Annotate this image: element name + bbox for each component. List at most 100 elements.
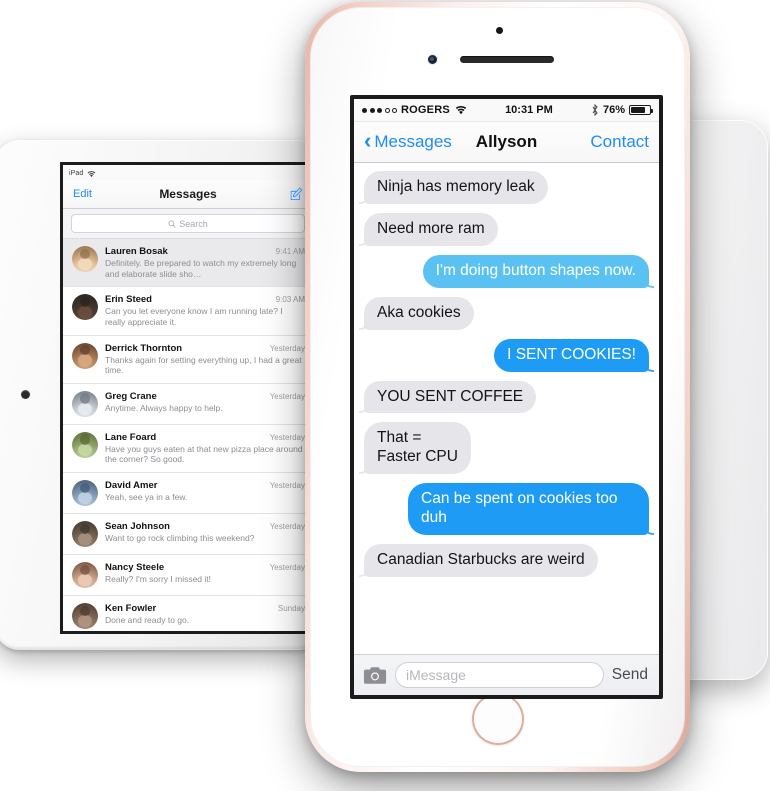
iphone-front-face: ROGERS 10:31 PM 76% ‹ Messages Allyson C… <box>310 7 685 767</box>
ipad-home-button[interactable] <box>21 390 30 399</box>
message-row: Canadian Starbucks are weird <box>364 544 649 577</box>
thread-preview: Done and ready to go. <box>105 615 190 625</box>
thread-preview: Have you guys eaten at that new pizza pl… <box>105 443 303 465</box>
thread-preview: Definitely. Be prepared to watch my extr… <box>105 258 297 279</box>
ipad-search-placeholder: Search <box>179 218 208 229</box>
battery-icon <box>629 105 653 115</box>
signal-dot <box>369 107 375 113</box>
message-row: Ninja has memory leak <box>364 171 649 204</box>
ipad-thread-row[interactable]: Greg Crane Yesterday Anytime. Always happy… <box>63 383 313 425</box>
ipad-thread-row[interactable]: Erin Steed 9:03 AM Can you let everyone kn… <box>63 287 313 336</box>
ipad-thread-row[interactable]: Lane Foard Yesterday Have you guys eaten a… <box>63 424 313 473</box>
thread-preview: Yeah, see ya in a few. <box>105 492 188 502</box>
message-bubble[interactable]: I SENT COOKIES! <box>494 338 649 372</box>
signal-dot <box>377 107 382 113</box>
ipad-navbar: Edit Messages <box>63 180 313 209</box>
thread-name: Lane Foard <box>105 431 157 443</box>
ipad-search-input[interactable]: Search <box>71 214 305 233</box>
iphone-home-button[interactable] <box>471 693 524 745</box>
wifi-icon <box>455 105 467 115</box>
iphone-navbar: ‹ Messages Allyson Contact <box>354 122 659 163</box>
thread-name: Erin Steed <box>105 294 152 306</box>
avatar-nancy <box>72 562 98 588</box>
send-button[interactable]: Send <box>612 666 650 684</box>
message-row: Aka cookies <box>364 296 649 330</box>
thread-name: Derrick Thornton <box>105 342 183 354</box>
iphone-status-bar: ROGERS 10:31 PM 76% <box>354 99 659 122</box>
thread-name: David Amer <box>105 480 158 491</box>
contact-button[interactable]: Contact <box>590 132 649 152</box>
signal-dot <box>362 107 367 113</box>
ipad-thread-row[interactable]: Lauren Bosak 9:41 AM Definitely. Be prepar… <box>63 239 313 288</box>
thread-timestamp: Sunday <box>277 604 305 613</box>
thread-timestamp: Yesterday <box>269 522 305 531</box>
message-row: That = Faster CPU <box>364 422 649 475</box>
signal-dot <box>385 108 390 113</box>
message-thread: Ninja has memory leak Need more ram I'm do… <box>354 163 659 654</box>
thread-timestamp: 9:41 AM <box>275 247 305 256</box>
proximity-sensor-icon <box>427 55 437 64</box>
earpiece-speaker <box>459 56 554 63</box>
thread-timestamp: Yesterday <box>269 391 305 401</box>
message-bubble[interactable]: Canadian Starbucks are weird <box>364 544 598 577</box>
thread-timestamp: Yesterday <box>269 343 305 353</box>
battery-percent-label: 76% <box>602 104 625 116</box>
thread-name: Ken Fowler <box>105 603 157 614</box>
message-row: YOU SENT COFFEE <box>364 380 649 414</box>
camera-icon[interactable] <box>363 666 387 685</box>
thread-name: Nancy Steele <box>105 562 165 573</box>
imessage-input[interactable]: iMessage <box>395 662 604 688</box>
message-bubble[interactable]: Can be spent on cookies too duh <box>408 483 649 536</box>
message-bubble[interactable]: YOU SENT COFFEE <box>364 380 537 414</box>
message-bubble[interactable]: That = Faster CPU <box>364 422 471 475</box>
ipad-thread-row[interactable]: Ken Fowler Sunday Done and ready to go. <box>63 596 313 629</box>
thread-preview: Anytime. Always happy to help. <box>105 402 223 413</box>
thread-preview: Really? I'm sorry I missed it! <box>105 574 212 584</box>
carrier-label: ROGERS <box>401 104 450 116</box>
ipad-conversation-list[interactable]: Lauren Bosak 9:41 AM Definitely. Be prepar… <box>63 239 313 629</box>
status-time: 10:31 PM <box>505 104 553 116</box>
avatar-ken <box>72 603 98 629</box>
ipad-device: iPad Edit Messages Search Lauren Bosak 9… <box>0 140 324 650</box>
front-camera-icon <box>495 27 503 34</box>
message-bubble[interactable]: I'm doing button shapes now. <box>422 254 649 288</box>
avatar-erin <box>72 294 98 321</box>
back-button[interactable]: ‹ Messages <box>364 130 452 152</box>
compose-icon[interactable] <box>289 187 303 201</box>
ipad-device-label: iPad <box>69 170 84 177</box>
search-icon <box>168 219 176 228</box>
message-row: Need more ram <box>364 212 649 246</box>
thread-timestamp: 9:03 AM <box>275 295 305 305</box>
ipad-thread-row[interactable]: Nancy Steele Yesterday Really? I'm sorry I… <box>63 555 313 596</box>
thread-timestamp: Yesterday <box>269 481 305 490</box>
ipad-thread-row[interactable]: Sean Johnson Yesterday Want to go rock cli… <box>63 514 313 555</box>
ipad-status-bar: iPad <box>63 165 313 180</box>
message-input-bar: iMessage Send <box>354 654 659 695</box>
thread-name: Greg Crane <box>105 390 157 402</box>
imessage-placeholder: iMessage <box>406 667 466 683</box>
ipad-edit-button[interactable]: Edit <box>73 188 92 200</box>
iphone-screen: ROGERS 10:31 PM 76% ‹ Messages Allyson C… <box>350 95 663 699</box>
message-bubble[interactable]: Ninja has memory leak <box>364 171 548 204</box>
message-bubble[interactable]: Need more ram <box>364 212 498 246</box>
message-row: I'm doing button shapes now. <box>364 254 649 288</box>
back-button-label: Messages <box>374 132 452 151</box>
message-bubble[interactable]: Aka cookies <box>364 296 474 330</box>
avatar-lane <box>72 431 98 458</box>
thread-timestamp: Yesterday <box>269 432 305 442</box>
avatar-greg <box>72 390 98 417</box>
avatar-david <box>72 480 98 506</box>
iphone-device: ROGERS 10:31 PM 76% ‹ Messages Allyson C… <box>305 2 690 772</box>
scene: iPad Edit Messages Search Lauren Bosak 9… <box>0 0 770 791</box>
ipad-thread-row[interactable]: David Amer Yesterday Yeah, see ya in a few… <box>63 473 313 514</box>
thread-preview: Can you let everyone know I am running l… <box>105 306 283 327</box>
avatar-derrick <box>72 342 98 369</box>
avatar-lauren <box>72 246 98 272</box>
thread-preview: Want to go rock climbing this weekend? <box>105 533 255 543</box>
ipad-thread-row[interactable]: Derrick Thornton Yesterday Thanks again fo… <box>63 335 313 384</box>
thread-name: Lauren Bosak <box>105 246 168 257</box>
ipad-search-container: Search <box>63 209 313 239</box>
avatar-sean <box>72 521 98 547</box>
ipad-screen: iPad Edit Messages Search Lauren Bosak 9… <box>60 162 313 634</box>
message-row: I SENT COOKIES! <box>364 338 649 372</box>
